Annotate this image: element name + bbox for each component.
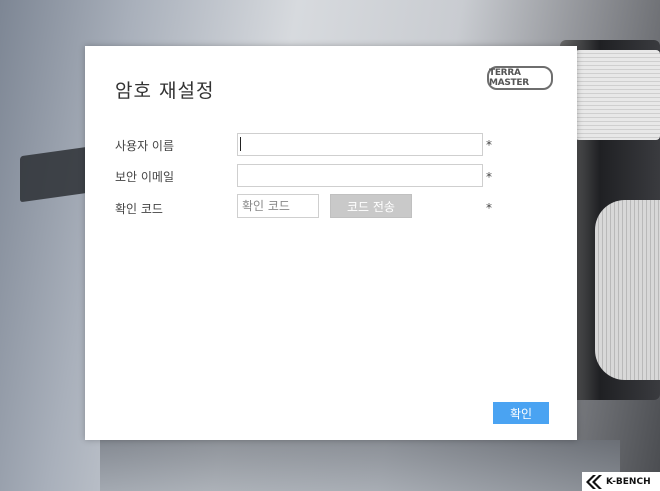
terramaster-logo: TERRA MASTER — [487, 66, 553, 90]
background-floor — [100, 440, 620, 491]
dialog-title: 암호 재설정 — [115, 80, 215, 102]
username-field-wrapper — [237, 133, 483, 156]
background-book-pages-lower — [595, 200, 660, 380]
verification-code-input[interactable] — [237, 194, 319, 218]
kbench-watermark: K-BENCH — [582, 472, 660, 491]
email-required-mark: * — [486, 170, 492, 184]
watermark-text: K-BENCH — [606, 476, 651, 487]
reset-password-dialog: 암호 재설정 TERRA MASTER 사용자 이름 * 보안 이메일 * 확인… — [85, 46, 577, 440]
background-book-pages — [575, 50, 660, 140]
username-required-mark: * — [486, 138, 492, 152]
text-caret — [240, 137, 241, 151]
send-code-button[interactable]: 코드 전송 — [330, 194, 412, 218]
confirm-button[interactable]: 확인 — [493, 402, 549, 424]
code-required-mark: * — [486, 201, 492, 215]
code-label: 확인 코드 — [115, 202, 163, 216]
email-label: 보안 이메일 — [115, 170, 175, 184]
username-label: 사용자 이름 — [115, 139, 175, 153]
kbench-logo-icon — [586, 474, 602, 489]
email-input[interactable] — [237, 164, 483, 187]
username-input[interactable] — [237, 133, 483, 156]
